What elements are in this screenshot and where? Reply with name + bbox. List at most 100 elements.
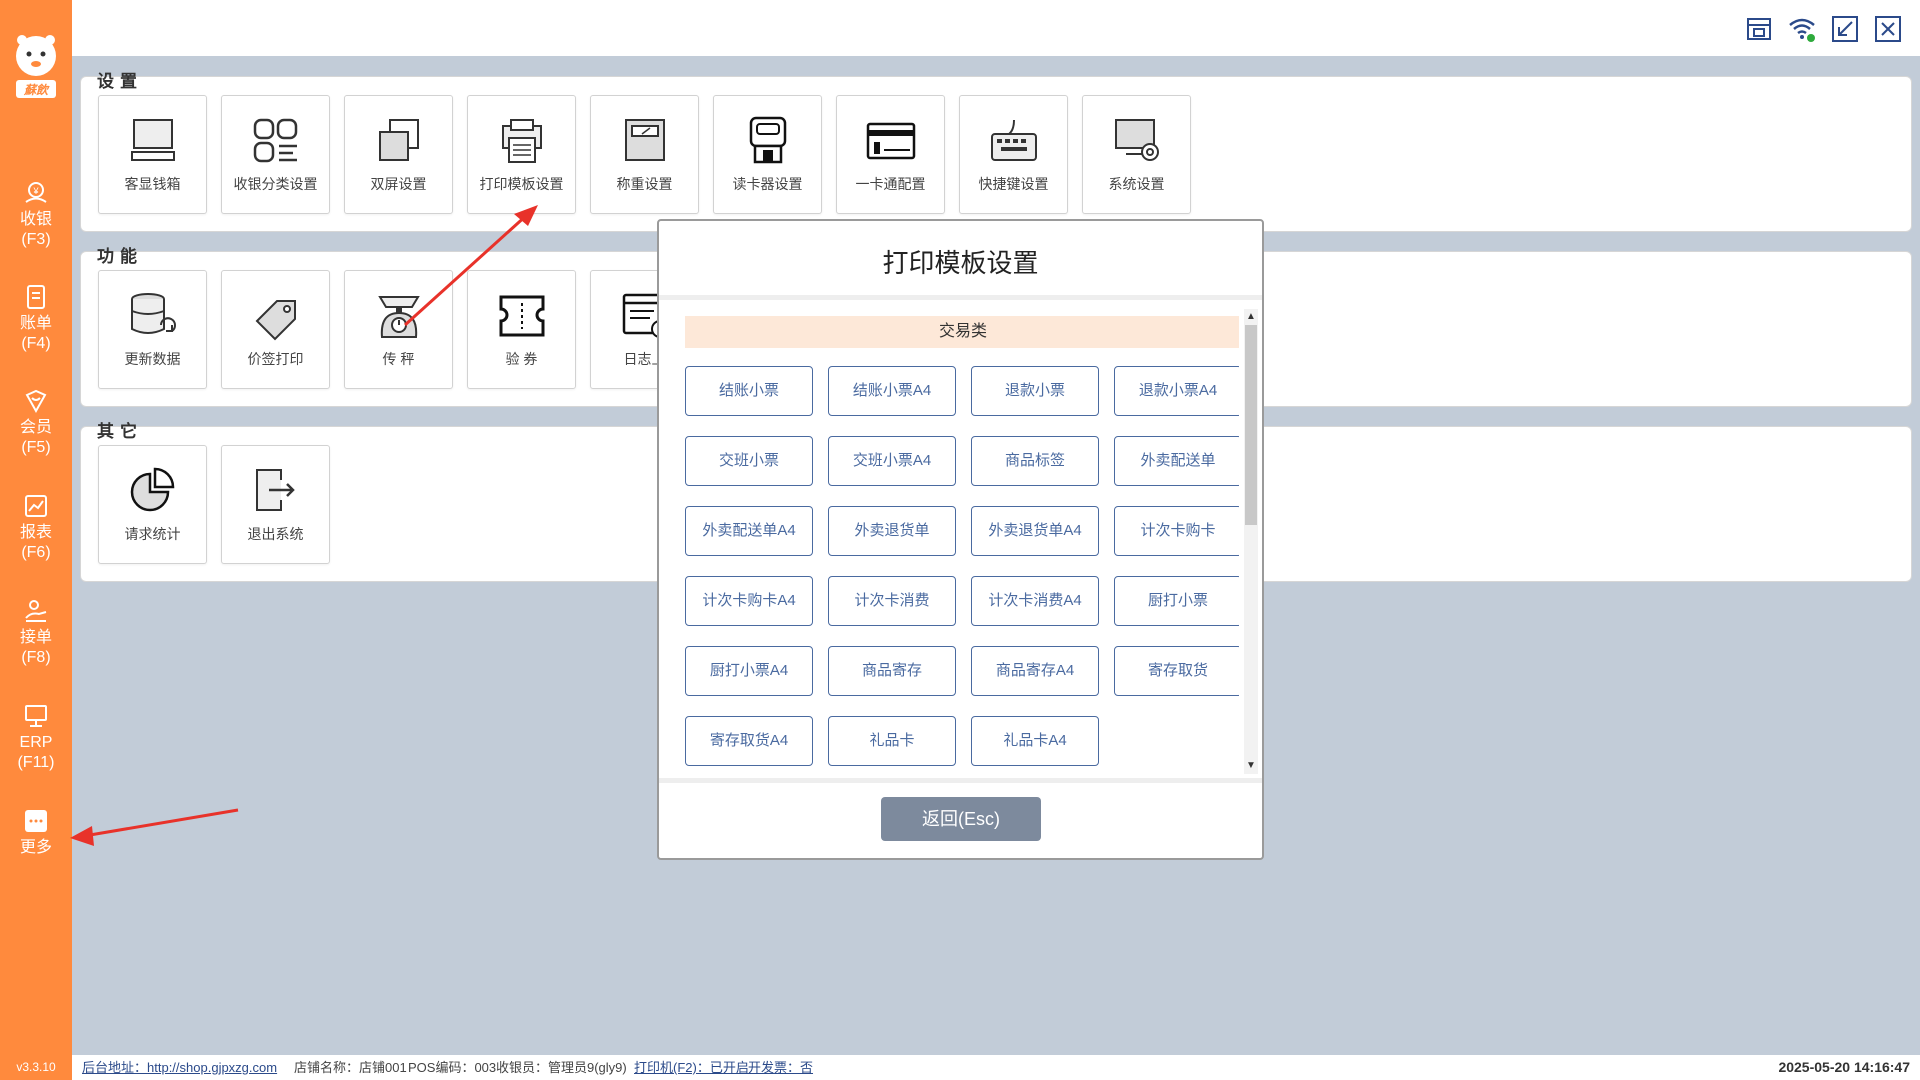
- tile-card-reader[interactable]: 读卡器设置: [713, 95, 822, 214]
- nav-erp[interactable]: ERP (F11): [0, 703, 72, 773]
- template-button[interactable]: 计次卡消费A4: [971, 576, 1099, 626]
- datetime: 2025-05-20 14:16:47: [1778, 1059, 1910, 1075]
- nav-cashier-label: 收银: [19, 211, 52, 228]
- scrollbar[interactable]: ▲ ▼: [1244, 309, 1258, 774]
- tile-customer-display-cashbox[interactable]: 客显钱箱: [98, 95, 207, 214]
- category-header: 交易类: [685, 316, 1239, 348]
- invoice-status-link[interactable]: 开发票：否: [748, 1055, 813, 1080]
- tile-update-data[interactable]: 更新数据: [98, 270, 207, 389]
- nav-bills[interactable]: 账单 (F4): [0, 284, 72, 354]
- top-bar: [72, 0, 1920, 56]
- template-button[interactable]: 交班小票A4: [828, 436, 956, 486]
- divider: [659, 295, 1262, 300]
- tile-request-stats[interactable]: 请求统计: [98, 445, 207, 564]
- tile-cashier-category[interactable]: 收银分类设置: [221, 95, 330, 214]
- tile-label: 系统设置: [1108, 176, 1165, 192]
- template-button[interactable]: 厨打小票: [1114, 576, 1239, 626]
- template-button[interactable]: 外卖配送单A4: [685, 506, 813, 556]
- template-button[interactable]: 计次卡购卡A4: [685, 576, 813, 626]
- tile-label: 验 券: [505, 351, 538, 367]
- template-button[interactable]: 厨打小票A4: [685, 646, 813, 696]
- card-icon: [866, 122, 916, 160]
- backend-url-link[interactable]: http://shop.gjpxzg.com: [147, 1060, 277, 1075]
- store-icon[interactable]: [1744, 14, 1774, 44]
- cashier-icon: ¥: [25, 182, 47, 203]
- others-section-title: 其它: [97, 422, 143, 441]
- cashier-info: 收银员：管理员9(gly9): [496, 1060, 627, 1075]
- tile-shortcut-keys[interactable]: 快捷键设置: [959, 95, 1068, 214]
- status-bar: 后台地址：http://shop.gjpxzg.com 店铺名称：店铺001 P…: [72, 1055, 1920, 1080]
- template-button[interactable]: 寄存取货A4: [685, 716, 813, 766]
- arrow-to-more: [83, 808, 239, 838]
- template-button[interactable]: 交班小票: [685, 436, 813, 486]
- template-button[interactable]: 外卖退货单: [828, 506, 956, 556]
- wifi-icon[interactable]: [1787, 14, 1817, 44]
- template-button[interactable]: 礼品卡A4: [971, 716, 1099, 766]
- nav-members-key: (F5): [21, 439, 51, 456]
- tile-dual-screen[interactable]: 双屏设置: [344, 95, 453, 214]
- monitor-icon: [131, 119, 175, 161]
- tile-exit-system[interactable]: 退出系统: [221, 445, 330, 564]
- nav-members[interactable]: 会员 (F5): [0, 388, 72, 458]
- divider: [659, 778, 1262, 783]
- template-button[interactable]: 商品寄存: [828, 646, 956, 696]
- tile-price-tag-print[interactable]: 价签打印: [221, 270, 330, 389]
- tile-system-settings[interactable]: 系统设置: [1082, 95, 1191, 214]
- nav-members-label: 会员: [19, 419, 52, 436]
- pie-chart-icon: [130, 467, 175, 512]
- tile-label: 读卡器设置: [732, 176, 803, 192]
- more-icon: [25, 810, 47, 832]
- template-button[interactable]: 外卖退货单A4: [971, 506, 1099, 556]
- template-button[interactable]: 结账小票: [685, 366, 813, 416]
- tile-verify-coupon[interactable]: 验 券: [467, 270, 576, 389]
- nav-reports-key: (F6): [21, 544, 51, 561]
- price-tag-icon: [255, 300, 296, 341]
- template-button[interactable]: 退款小票: [971, 366, 1099, 416]
- tile-one-card[interactable]: 一卡通配置: [836, 95, 945, 214]
- tile-label: 退出系统: [247, 526, 304, 542]
- svg-text:¥: ¥: [32, 186, 39, 196]
- template-button[interactable]: 结账小票A4: [828, 366, 956, 416]
- template-button[interactable]: 礼品卡: [828, 716, 956, 766]
- minimize-icon[interactable]: [1830, 14, 1860, 44]
- nav-reports[interactable]: 报表 (F6): [0, 493, 72, 563]
- tile-print-template[interactable]: 打印模板设置: [467, 95, 576, 214]
- nav-more[interactable]: 更多: [0, 808, 72, 858]
- nav-orders[interactable]: 接单 (F8): [0, 598, 72, 668]
- settings-section-title: 设置: [97, 72, 143, 91]
- nav-erp-key: (F11): [17, 754, 55, 771]
- database-sync-icon: [131, 293, 176, 334]
- scroll-down-icon[interactable]: ▼: [1244, 758, 1258, 774]
- report-icon: [25, 495, 47, 517]
- scroll-up-icon[interactable]: ▲: [1244, 309, 1258, 325]
- template-button[interactable]: 商品寄存A4: [971, 646, 1099, 696]
- nav-orders-key: (F8): [21, 649, 51, 666]
- tile-scale-transfer[interactable]: 传 秤: [344, 270, 453, 389]
- backend-address[interactable]: 后台地址：http://shop.gjpxzg.com: [82, 1055, 277, 1080]
- template-button[interactable]: 计次卡购卡: [1114, 506, 1239, 556]
- template-button[interactable]: 外卖配送单: [1114, 436, 1239, 486]
- pos-code: POS编码：003: [408, 1060, 497, 1075]
- nav-orders-label: 接单: [19, 629, 52, 646]
- print-template-dialog: 打印模板设置 交易类 结账小票 结账小票A4 退款小票 退款小票A4 交班小票 交班小票A…: [657, 219, 1264, 860]
- template-button[interactable]: 寄存取货: [1114, 646, 1239, 696]
- backend-label[interactable]: 后台地址：: [82, 1060, 147, 1075]
- system-settings-icon: [1115, 119, 1159, 161]
- template-button[interactable]: 计次卡消费: [828, 576, 956, 626]
- template-button[interactable]: 商品标签: [971, 436, 1099, 486]
- exit-icon: [256, 469, 295, 511]
- scroll-thumb[interactable]: [1245, 325, 1257, 525]
- nav-more-label: 更多: [19, 839, 52, 856]
- nav-reports-label: 报表: [19, 524, 52, 541]
- nav-cashier[interactable]: ¥ 收银 (F3): [0, 180, 72, 250]
- logo-text: 蘇飲: [23, 83, 48, 97]
- printer-icon: [502, 119, 542, 163]
- back-button[interactable]: 返回(Esc): [881, 797, 1041, 841]
- member-icon: [25, 389, 47, 414]
- template-button[interactable]: 退款小票A4: [1114, 366, 1239, 416]
- close-icon[interactable]: [1873, 14, 1903, 44]
- tile-label: 客显钱箱: [124, 176, 181, 192]
- tile-weighing[interactable]: 称重设置: [590, 95, 699, 214]
- printer-status-link[interactable]: 打印机(F2)：已开启: [634, 1055, 749, 1080]
- tile-label: 打印模板设置: [479, 176, 564, 192]
